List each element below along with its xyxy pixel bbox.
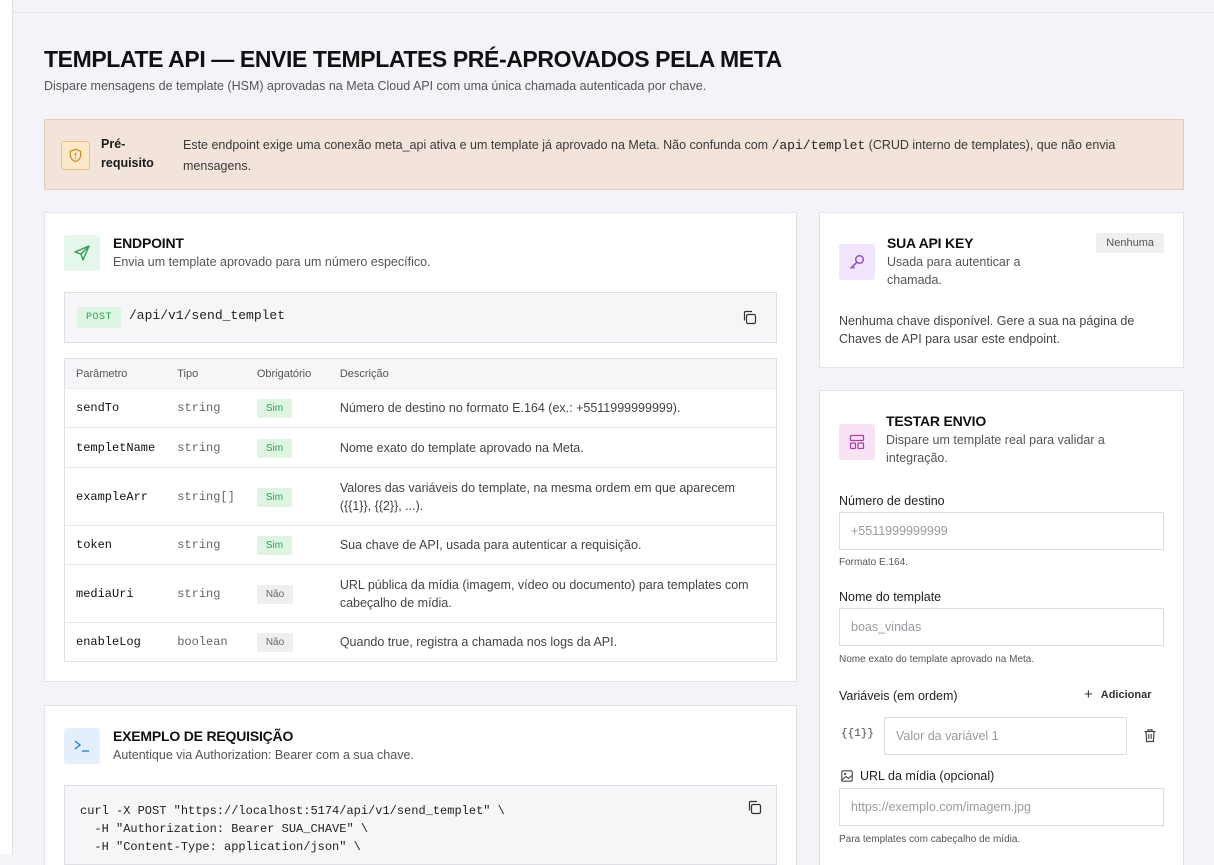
media-url-label: URL da mídia (opcional) <box>860 769 995 783</box>
param-required-cell: Sim <box>245 388 329 428</box>
param-description: Sua chave de API, usada para autenticar … <box>328 525 777 565</box>
param-type: string <box>166 388 246 428</box>
api-key-subtitle: Usada para autenticar a chamada. <box>887 255 1021 287</box>
api-key-status-badge: Nenhuma <box>1096 233 1164 253</box>
prerequisite-banner: Pré-requisito Este endpoint exige uma co… <box>44 119 1184 190</box>
param-type: string <box>166 564 246 623</box>
test-send-subtitle: Dispare um template real para validar a … <box>886 433 1105 465</box>
trash-icon[interactable] <box>1143 728 1157 748</box>
plus-icon: + <box>1084 686 1093 703</box>
column-header: Obrigatório <box>245 358 329 389</box>
param-description: Número de destino no formato E.164 (ex.:… <box>328 388 777 428</box>
media-url-input[interactable] <box>839 788 1164 826</box>
param-name: exampleArr <box>64 467 167 526</box>
variable-token: {{1}} <box>841 728 875 740</box>
destination-hint: Formato E.164. <box>839 557 908 568</box>
param-name: enableLog <box>64 622 167 662</box>
param-description: Valores das variáveis do template, na me… <box>328 467 777 526</box>
code-block: curl -X POST "https://localhost:5174/api… <box>64 785 777 865</box>
template-name-hint: Nome exato do template aprovado na Meta. <box>839 654 1035 665</box>
endpoint-subtitle: Envia um template aprovado para um númer… <box>113 255 431 269</box>
example-title: EXEMPLO DE REQUISIÇÃO <box>113 728 294 744</box>
curl-code: curl -X POST "https://localhost:5174/api… <box>80 804 505 854</box>
template-name-input[interactable] <box>839 608 1164 646</box>
media-url-label-row: URL da mídia (opcional) <box>841 769 994 783</box>
shield-icon <box>61 141 90 170</box>
param-name: mediaUri <box>64 564 167 623</box>
endpoint-url-bar: POST /api/v1/send_templet <box>64 292 777 343</box>
column-header: Tipo <box>166 358 246 389</box>
add-variable-button[interactable]: + Adicionar <box>1084 686 1152 703</box>
required-badge: Sim <box>256 536 293 555</box>
copy-icon[interactable] <box>747 800 762 820</box>
param-type: string <box>166 525 246 565</box>
table-row: enableLog boolean Não Quando true, regis… <box>64 622 777 662</box>
table-row: exampleArr string[] Sim Valores das vari… <box>64 467 777 526</box>
prerequisite-text: Este endpoint exige uma conexão meta_api… <box>183 135 1163 176</box>
api-key-message: Nenhuma chave disponível. Gere a sua na … <box>839 314 1135 346</box>
example-subtitle: Autentique via Authorization: Bearer com… <box>113 748 414 762</box>
endpoint-title: ENDPOINT <box>113 235 184 251</box>
required-badge: Não <box>256 633 294 652</box>
param-type: string[] <box>166 467 246 526</box>
prerequisite-label: Pré-requisito <box>101 137 154 170</box>
key-icon <box>839 244 875 280</box>
table-row: sendTo string Sim Número de destino no f… <box>64 388 777 428</box>
request-example-card: EXEMPLO DE REQUISIÇÃO Autentique via Aut… <box>44 705 797 865</box>
prerequisite-text-start: Este endpoint exige uma conexão meta_api… <box>183 138 772 152</box>
add-variable-label: Adicionar <box>1100 689 1152 701</box>
prerequisite-code: /api/templet <box>771 138 866 153</box>
required-badge: Sim <box>256 399 293 418</box>
param-required-cell: Sim <box>245 427 329 468</box>
endpoint-card: ENDPOINT Envia um template aprovado para… <box>44 212 797 682</box>
test-send-card: TESTAR ENVIO Dispare um template real pa… <box>819 390 1184 865</box>
param-description: Quando true, registra a chamada nos logs… <box>328 622 777 662</box>
param-type: boolean <box>166 622 246 662</box>
destination-label: Número de destino <box>839 494 945 508</box>
api-key-card: SUA API KEY Usada para autenticar a cham… <box>819 212 1184 368</box>
required-badge: Sim <box>256 487 293 507</box>
endpoint-path: /api/v1/send_templet <box>129 308 286 323</box>
page-content: TEMPLATE API — ENVIE TEMPLATES PRÉ-APROV… <box>44 44 1184 865</box>
required-badge: Sim <box>256 438 293 458</box>
parameters-table: Parâmetro Tipo Obrigatório Descrição sen… <box>64 358 777 662</box>
param-required-cell: Não <box>245 564 329 623</box>
param-required-cell: Sim <box>245 467 329 526</box>
variable-1-input[interactable] <box>884 717 1127 755</box>
column-header: Descrição <box>328 358 777 389</box>
page-title: TEMPLATE API — ENVIE TEMPLATES PRÉ-APROV… <box>44 46 782 72</box>
terminal-icon <box>64 728 100 764</box>
param-description: Nome exato do template aprovado na Meta. <box>328 427 777 468</box>
table-header-row: Parâmetro Tipo Obrigatório Descrição <box>64 358 777 389</box>
destination-input[interactable] <box>839 512 1164 550</box>
param-description: URL pública da mídia (imagem, vídeo ou d… <box>328 564 777 623</box>
param-required-cell: Não <box>245 622 329 662</box>
param-type: string <box>166 427 246 468</box>
test-send-title: TESTAR ENVIO <box>886 413 987 429</box>
media-url-hint: Para templates com cabeçalho de mídia. <box>839 834 1021 845</box>
page-subtitle: Dispare mensagens de template (HSM) apro… <box>44 79 707 93</box>
method-badge: POST <box>77 307 122 328</box>
table-row: mediaUri string Não URL pública da mídia… <box>64 564 777 623</box>
param-name: sendTo <box>64 388 167 428</box>
sidebar-edge <box>0 0 13 854</box>
send-icon <box>64 235 100 271</box>
table-row: templetName string Sim Nome exato do tem… <box>64 427 777 468</box>
variables-label: Variáveis (em ordem) <box>839 689 958 703</box>
top-bar <box>13 0 1214 13</box>
api-key-title: SUA API KEY <box>887 235 974 251</box>
param-required-cell: Sim <box>245 525 329 565</box>
image-icon <box>841 770 853 782</box>
column-header: Parâmetro <box>64 358 167 389</box>
template-layout-icon <box>839 424 875 460</box>
param-name: templetName <box>64 427 167 468</box>
template-name-label: Nome do template <box>839 590 942 604</box>
required-badge: Não <box>256 584 294 604</box>
param-name: token <box>64 525 167 565</box>
table-row: token string Sim Sua chave de API, usada… <box>64 525 777 565</box>
copy-icon[interactable] <box>742 310 757 330</box>
